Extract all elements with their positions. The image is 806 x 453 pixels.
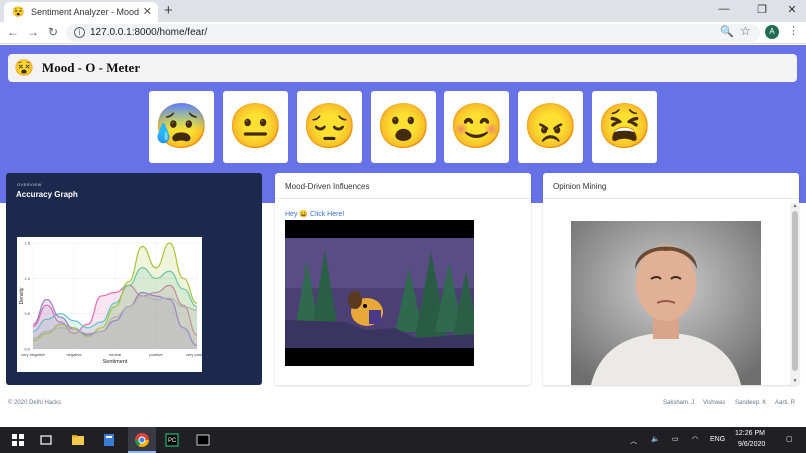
browser-menu-icon[interactable]: ⋮ [788, 24, 799, 37]
sad-face-icon: 😔 [302, 102, 357, 151]
cartoon-gif [285, 220, 474, 366]
clock-date[interactable]: 9/6/2020 [738, 441, 765, 448]
accuracy-graph: 0.0 0.5 1.0 1.5 very negative negative neutral… [17, 237, 209, 372]
click-here-link[interactable]: Hey 😀 Click Here! [285, 210, 344, 218]
browser-tab[interactable]: 😵 Sentiment Analyzer - Mood - O ✕ [4, 2, 158, 22]
density-chart: 0.0 0.5 1.0 1.5 very negative negative neutral… [19, 241, 209, 366]
x-tick-label: neutral [109, 352, 121, 357]
calculator-icon[interactable] [101, 432, 117, 448]
notification-icon[interactable]: ▢ [786, 435, 793, 443]
browser-tab-bar: 😵 Sentiment Analyzer - Mood - O ✕ + — ❐ … [0, 0, 806, 22]
footer-member: Aarti. R [775, 400, 796, 406]
scroll-thumb[interactable] [792, 211, 798, 371]
scroll-up-icon[interactable]: ▲ [790, 203, 800, 209]
accuracy-title: Accuracy Graph [16, 190, 78, 199]
windows-taskbar: PC ︿ 🔈 ▭ ◠ ENG 12:26 PM 9/6/2020 ▢ [0, 427, 806, 453]
url-text: 127.0.0.1:8000/home/fear/ [90, 27, 208, 38]
bookmark-star-icon[interactable]: ☆ [740, 24, 751, 38]
footer-member: Vishwas [703, 400, 726, 406]
task-view-icon[interactable] [38, 432, 54, 448]
mood-card-sad[interactable]: 😔 [297, 91, 362, 163]
mood-card-angry[interactable]: 😠 [518, 91, 583, 163]
browser-toolbar: ← → ↻ i 127.0.0.1:8000/home/fear/ [0, 22, 806, 44]
new-tab-button[interactable]: + [164, 2, 173, 20]
app-navbar: 😵 Mood - O - Meter [8, 54, 797, 82]
tab-title: Sentiment Analyzer - Mood - O [31, 7, 141, 17]
y-tick-label: 0.0 [24, 347, 30, 352]
terminal-icon[interactable] [195, 432, 211, 448]
y-tick-label: 0.5 [24, 311, 30, 316]
x-tick-label: positive [149, 352, 163, 357]
clock-time[interactable]: 12:26 PM [735, 430, 765, 437]
info-icon[interactable]: i [74, 27, 85, 38]
x-axis-label: Sentiment [103, 359, 128, 365]
minimize-button[interactable]: — [714, 3, 734, 15]
brand-title[interactable]: Mood - O - Meter [42, 60, 140, 76]
fear-face-icon: 😰 [154, 102, 209, 151]
x-tick-label: very positive [186, 352, 202, 357]
x-tick-label: very negative [21, 352, 46, 357]
page-scrollbar[interactable]: ▲ ▼ [790, 203, 800, 385]
mood-card-happy[interactable]: 😊 [444, 91, 509, 163]
x-tick-label: negative [66, 352, 82, 357]
restore-button[interactable]: ❐ [752, 3, 772, 16]
influences-panel: Mood-Driven Influences Hey 😀 Click Here! [275, 173, 531, 385]
opinion-title: Opinion Mining [543, 173, 799, 199]
reload-icon[interactable]: ↻ [46, 25, 60, 39]
close-window-button[interactable]: ✕ [782, 3, 802, 16]
back-icon[interactable]: ← [6, 25, 20, 39]
angry-face-icon: 😠 [523, 102, 578, 151]
pycharm-icon[interactable]: PC [164, 432, 180, 448]
influences-title: Mood-Driven Influences [275, 173, 531, 199]
mood-card-disgust[interactable]: 😫 [592, 91, 657, 163]
zoom-icon[interactable]: 🔍 [720, 25, 734, 38]
windows-start-icon[interactable] [10, 432, 26, 448]
overview-label: OVERVIEW [17, 182, 42, 187]
volume-icon[interactable]: 🔈 [651, 435, 660, 443]
language-indicator[interactable]: ENG [710, 436, 725, 443]
y-axis-label: Density [19, 287, 25, 304]
tab-close-icon[interactable]: ✕ [143, 5, 152, 18]
address-bar[interactable]: i 127.0.0.1:8000/home/fear/ [66, 24, 760, 42]
forward-icon[interactable]: → [26, 25, 40, 39]
footer-copyright: © 2020 Delhi Hacks [8, 400, 62, 406]
tab-favicon-icon: 😵 [12, 6, 25, 18]
chrome-icon[interactable] [134, 432, 150, 448]
y-tick-label: 1.5 [24, 241, 30, 246]
svg-text:PC: PC [168, 438, 177, 444]
opinion-panel: Opinion Mining [543, 173, 799, 385]
file-explorer-icon[interactable] [70, 432, 86, 448]
footer-member: Sandeep. K [735, 400, 767, 406]
forest-scene-image [285, 220, 474, 366]
person-photo-image [571, 221, 761, 385]
face-photo [571, 221, 761, 385]
disgust-face-icon: 😫 [597, 102, 652, 151]
surprise-face-icon: 😮 [376, 102, 431, 151]
mood-card-surprise[interactable]: 😮 [371, 91, 436, 163]
y-tick-label: 1.0 [24, 276, 30, 281]
happy-face-icon: 😊 [449, 102, 504, 151]
battery-icon[interactable]: ▭ [672, 435, 679, 443]
mood-card-neutral[interactable]: 😐 [223, 91, 288, 163]
mood-card-fear[interactable]: 😰 [149, 91, 214, 163]
brand-face-icon: 😵 [14, 60, 34, 77]
scroll-down-icon[interactable]: ▼ [790, 378, 800, 384]
wifi-icon[interactable]: ◠ [692, 435, 698, 443]
neutral-face-icon: 😐 [228, 102, 283, 151]
tray-chevron-icon[interactable]: ︿ [630, 436, 637, 446]
profile-avatar[interactable]: A [765, 25, 779, 39]
accuracy-panel: OVERVIEW Accuracy Graph 0.0 0.5 1.0 1.5 very… [6, 173, 262, 385]
footer-member: Saksham. J [663, 400, 695, 406]
